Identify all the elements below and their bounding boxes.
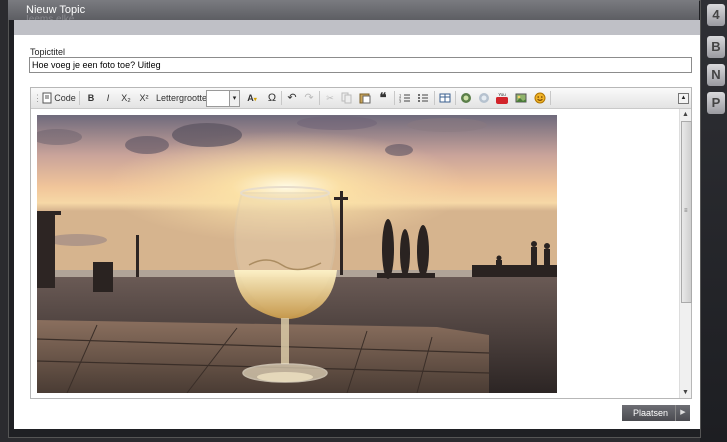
toolbar-separator — [79, 91, 80, 105]
paste-icon[interactable] — [359, 92, 371, 104]
topic-title-label: Topictitel — [30, 47, 66, 57]
toolbar-separator — [455, 91, 456, 105]
side-tab-4[interactable]: P — [707, 92, 725, 114]
svg-text:3: 3 — [399, 99, 402, 104]
side-tab-1[interactable]: 4 — [707, 4, 725, 26]
special-character-button[interactable]: Ω — [265, 91, 279, 105]
editor-content[interactable]: ▲ ≡ ▼ — [31, 109, 692, 398]
cut-icon[interactable]: ✂ — [323, 91, 337, 105]
toolbar-separator — [550, 91, 551, 105]
font-size-select[interactable] — [206, 90, 230, 107]
undo-icon[interactable]: ↶ — [285, 91, 299, 105]
side-tab-2[interactable]: B — [707, 36, 725, 58]
dialog-panel: Topictitel ⋮ Code B I X₂ X² Lettergroott… — [14, 35, 700, 429]
image-icon[interactable] — [515, 92, 527, 104]
text-color-icon[interactable]: A▾ — [242, 91, 262, 105]
smiley-icon[interactable] — [534, 92, 546, 104]
scroll-down-arrow-icon[interactable]: ▼ — [682, 389, 689, 396]
scroll-grip-icon: ≡ — [684, 208, 688, 214]
code-button[interactable]: Code — [54, 91, 76, 105]
toolbar-separator — [319, 91, 320, 105]
editor-scrollbar[interactable]: ▲ ≡ ▼ — [679, 109, 692, 398]
toolbar-separator — [281, 91, 282, 105]
bold-button[interactable]: B — [84, 91, 98, 105]
unlink-icon[interactable] — [478, 92, 490, 104]
quote-button[interactable]: ❝ — [376, 91, 390, 105]
font-size-label: Lettergrootte — [156, 93, 208, 103]
superscript-button[interactable]: X² — [137, 91, 151, 105]
topic-title-input[interactable] — [29, 57, 692, 73]
chevron-down-icon[interactable]: ▾ — [229, 90, 240, 107]
toolbar-grip-icon: ⋮ — [33, 93, 42, 103]
svg-text:You: You — [498, 92, 506, 97]
bulleted-list-icon[interactable] — [417, 92, 429, 104]
redo-icon[interactable]: ↷ — [302, 91, 316, 105]
link-icon[interactable] — [460, 92, 472, 104]
source-code-icon[interactable] — [41, 92, 53, 104]
youtube-icon[interactable]: You — [496, 92, 508, 104]
collapse-toolbar-button[interactable]: ▲ — [678, 93, 689, 104]
dialog-titlebar: Nieuw Topic Ieems elke — [8, 0, 699, 25]
submit-button[interactable]: Plaatsen ▶ — [622, 405, 690, 421]
numbered-list-icon[interactable]: 123 — [399, 92, 411, 104]
sunset-wine-glass-photo — [37, 115, 557, 393]
chevron-right-icon: ▶ — [675, 405, 690, 421]
italic-button[interactable]: I — [101, 91, 115, 105]
toolbar-separator — [434, 91, 435, 105]
scrollbar-thumb[interactable]: ≡ — [681, 121, 692, 303]
rss-tab[interactable]: N — [707, 64, 725, 86]
submit-label: Plaatsen — [633, 408, 669, 418]
dialog-subbar — [14, 20, 700, 35]
editor-toolbar: ⋮ Code B I X₂ X² Lettergrootte ▾ A▾ Ω ↶ … — [31, 88, 691, 109]
scroll-up-arrow-icon[interactable]: ▲ — [682, 111, 689, 118]
table-icon[interactable] — [439, 92, 451, 104]
toolbar-separator — [394, 91, 395, 105]
rich-text-editor: ⋮ Code B I X₂ X² Lettergrootte ▾ A▾ Ω ↶ … — [30, 87, 692, 399]
copy-icon[interactable] — [341, 92, 353, 104]
subscript-button[interactable]: X₂ — [119, 91, 133, 105]
